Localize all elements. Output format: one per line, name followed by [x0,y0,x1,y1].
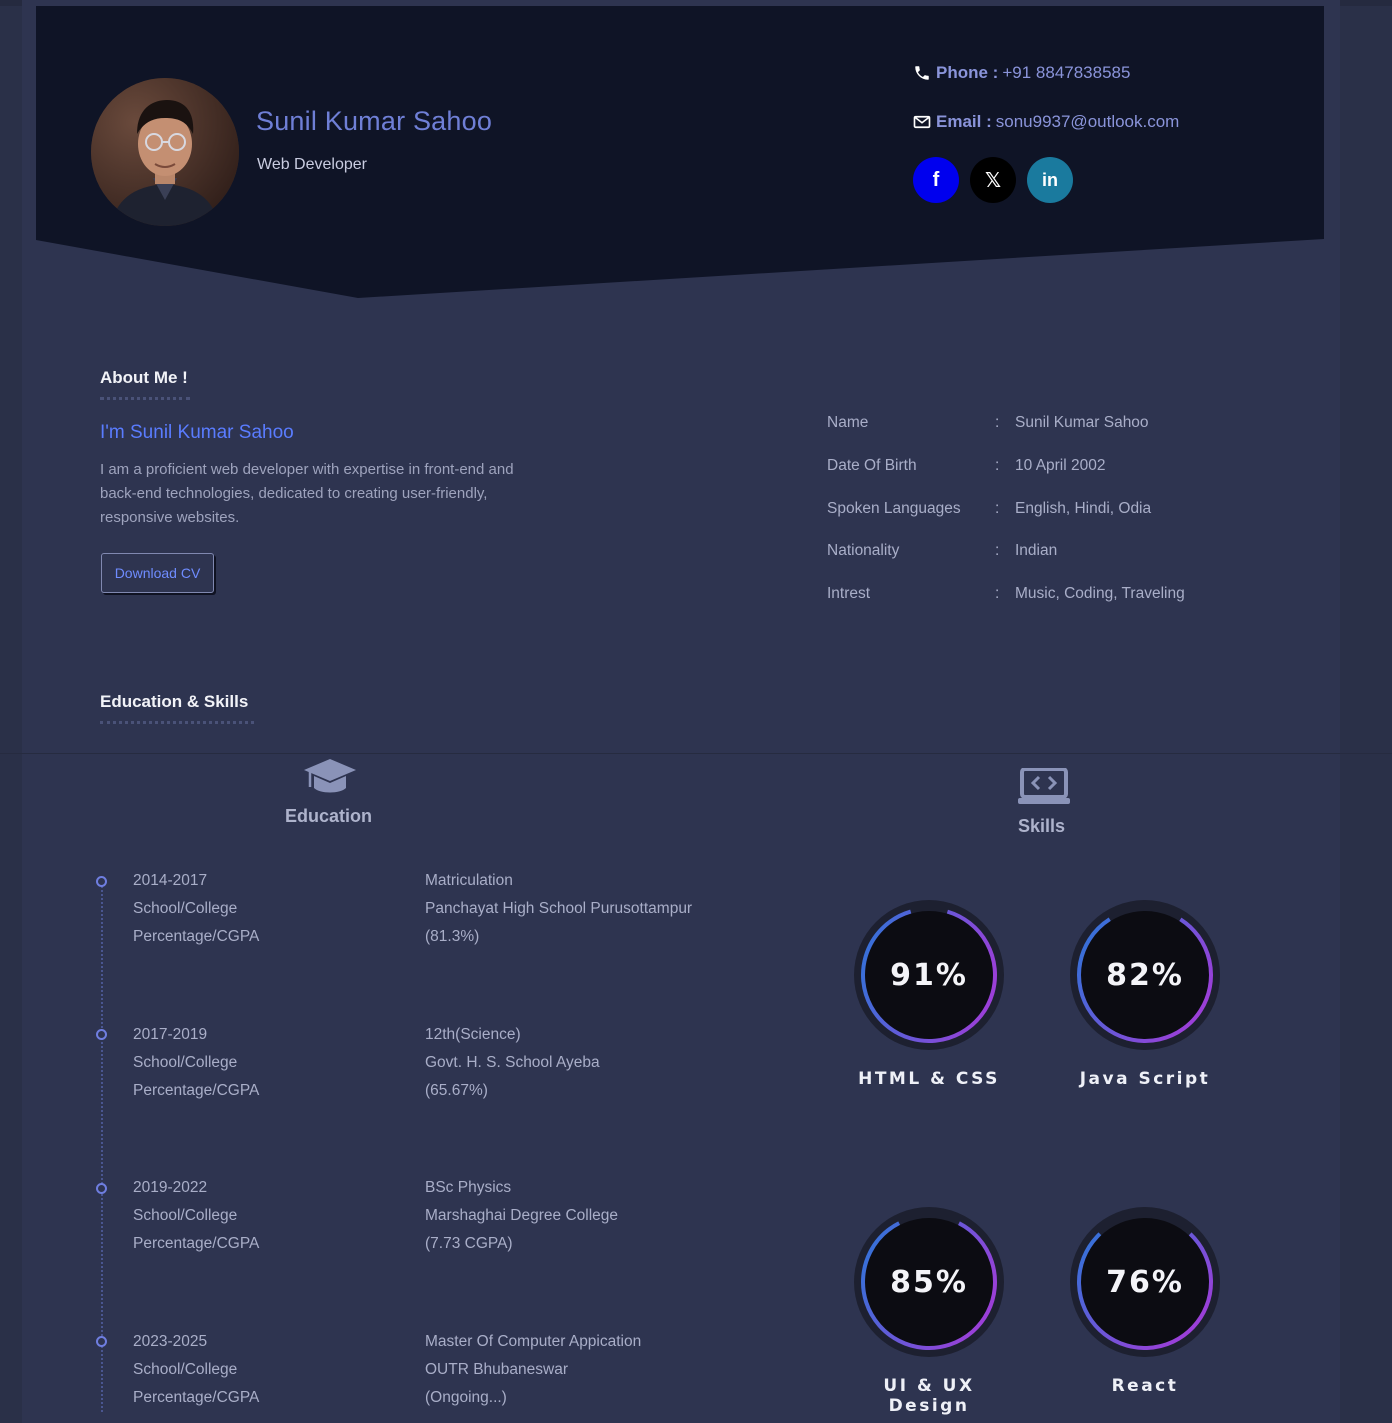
education-school: OUTR Bhubaneswar [425,1360,569,1378]
info-separator: : [995,585,1000,603]
skill-percent: 91% [890,957,968,993]
about-intro: I'm Sunil Kumar Sahoo [100,422,294,443]
education-label: Percentage/CGPA [133,1081,260,1099]
education-label: School/College [133,899,238,917]
info-separator: : [995,542,1000,560]
info-value: 10 April 2002 [1015,456,1106,474]
education-degree: Master Of Computer Appication [425,1333,642,1350]
about-heading: About Me ! [100,368,188,387]
linkedin-button[interactable]: in [1027,157,1073,203]
info-value: Music, Coding, Traveling [1015,585,1185,603]
timeline-dot [96,1183,107,1194]
education-degree: BSc Physics [425,1179,512,1196]
education-entry-right: 12th(Science) Govt. H. S. School Ayeba (… [425,1021,600,1104]
education-school: Govt. H. S. School Ayeba [425,1053,600,1071]
skill-label: Java Script [1079,1069,1211,1089]
education-years: 2019-2022 [133,1179,208,1196]
profile-role: Web Developer [257,156,367,173]
x-button[interactable]: 𝕏 [970,157,1016,203]
linkedin-icon: in [1042,169,1058,190]
social-links: f 𝕏 in [913,157,1073,203]
email-label: Email : [936,112,992,131]
education-years: 2014-2017 [133,872,208,889]
education-label: Percentage/CGPA [133,1388,260,1406]
education-school: Marshaghai Degree College [425,1206,619,1224]
education-timeline [101,882,103,1412]
education-score: (65.67%) [425,1081,488,1099]
education-entry-left: 2017-2019 School/College Percentage/CGPA [133,1021,259,1104]
skill-ui-ux: 85% UI & UX Design [849,1206,1009,1416]
info-separator: : [995,456,1000,474]
info-value: English, Hindi, Odia [1015,499,1152,517]
skill-ring: 82% [1069,899,1221,1051]
skill-ring: 91% [853,899,1005,1051]
education-entry-left: 2023-2025 School/College Percentage/CGPA [133,1328,259,1411]
about-heading-underline [100,397,190,400]
facebook-button[interactable]: f [913,157,959,203]
about-text: I am a proficient web developer with exp… [100,461,514,526]
email-contact[interactable]: Email : sonu9937@outlook.com [912,112,1179,132]
info-key: Nationality [827,542,900,560]
education-label: Percentage/CGPA [133,927,260,945]
timeline-dot [96,1029,107,1040]
education-entry-right: Master Of Computer Appication OUTR Bhuba… [425,1328,641,1411]
skill-javascript: 82% Java Script [1065,899,1225,1089]
timeline-dot [96,876,107,887]
education-label: School/College [133,1206,238,1224]
education-degree: Matriculation [425,872,513,889]
info-separator: : [995,499,1000,517]
phone-icon [912,63,932,83]
education-entry-right: BSc Physics Marshaghai Degree College (7… [425,1174,618,1257]
skill-label: React [1111,1376,1179,1396]
education-label: Percentage/CGPA [133,1234,260,1252]
skill-label: UI & UX Design [883,1376,975,1416]
education-years: 2023-2025 [133,1333,208,1350]
skill-react: 76% React [1065,1206,1225,1396]
education-degree: 12th(Science) [425,1026,521,1043]
info-key: Date Of Birth [827,456,917,474]
skills-title: Skills [1018,816,1066,836]
education-score: (7.73 CGPA) [425,1234,513,1252]
phone-label: Phone : [936,63,999,82]
education-score: (81.3%) [425,927,480,945]
skill-ring: 85% [853,1206,1005,1358]
education-title: Education [285,806,373,826]
education-skills-heading: Education & Skills [100,692,249,711]
phone-contact[interactable]: Phone : +91 8847838585 [912,63,1130,83]
timeline-dot [96,1336,107,1347]
avatar [91,78,239,226]
education-entry-right: Matriculation Panchayat High School Puru… [425,867,692,950]
education-school: Panchayat High School Purusottampur [425,899,693,917]
laptop-code-icon [1017,767,1071,811]
facebook-icon: f [932,168,940,191]
info-value: Indian [1015,542,1058,560]
education-entry-left: 2014-2017 School/College Percentage/CGPA [133,867,259,950]
education-entry-left: 2019-2022 School/College Percentage/CGPA [133,1174,259,1257]
envelope-icon [912,112,932,132]
skill-percent: 76% [1106,1264,1184,1300]
skill-percent: 82% [1106,957,1184,993]
email-value: sonu9937@outlook.com [995,112,1180,131]
skill-label: HTML & CSS [858,1069,1000,1089]
profile-name: Sunil Kumar Sahoo [256,106,493,136]
info-value: Sunil Kumar Sahoo [1015,414,1149,431]
download-cv-button[interactable]: Download CV [101,553,214,593]
graduation-cap-icon [303,757,357,804]
skill-percent: 85% [890,1264,968,1300]
phone-value: +91 8847838585 [1002,63,1131,82]
education-years: 2017-2019 [133,1026,208,1043]
skill-ring: 76% [1069,1206,1221,1358]
info-key: Intrest [827,585,871,603]
education-score: (Ongoing...) [425,1388,507,1406]
education-label: School/College [133,1053,238,1071]
education-label: School/College [133,1360,238,1378]
info-separator: : [995,414,1000,431]
education-skills-underline [100,721,254,724]
section-divider [0,753,1392,754]
info-key: Name [827,414,869,431]
skill-html-css: 91% HTML & CSS [849,899,1009,1089]
x-icon: 𝕏 [984,169,1002,192]
info-key: Spoken Languages [827,499,961,517]
